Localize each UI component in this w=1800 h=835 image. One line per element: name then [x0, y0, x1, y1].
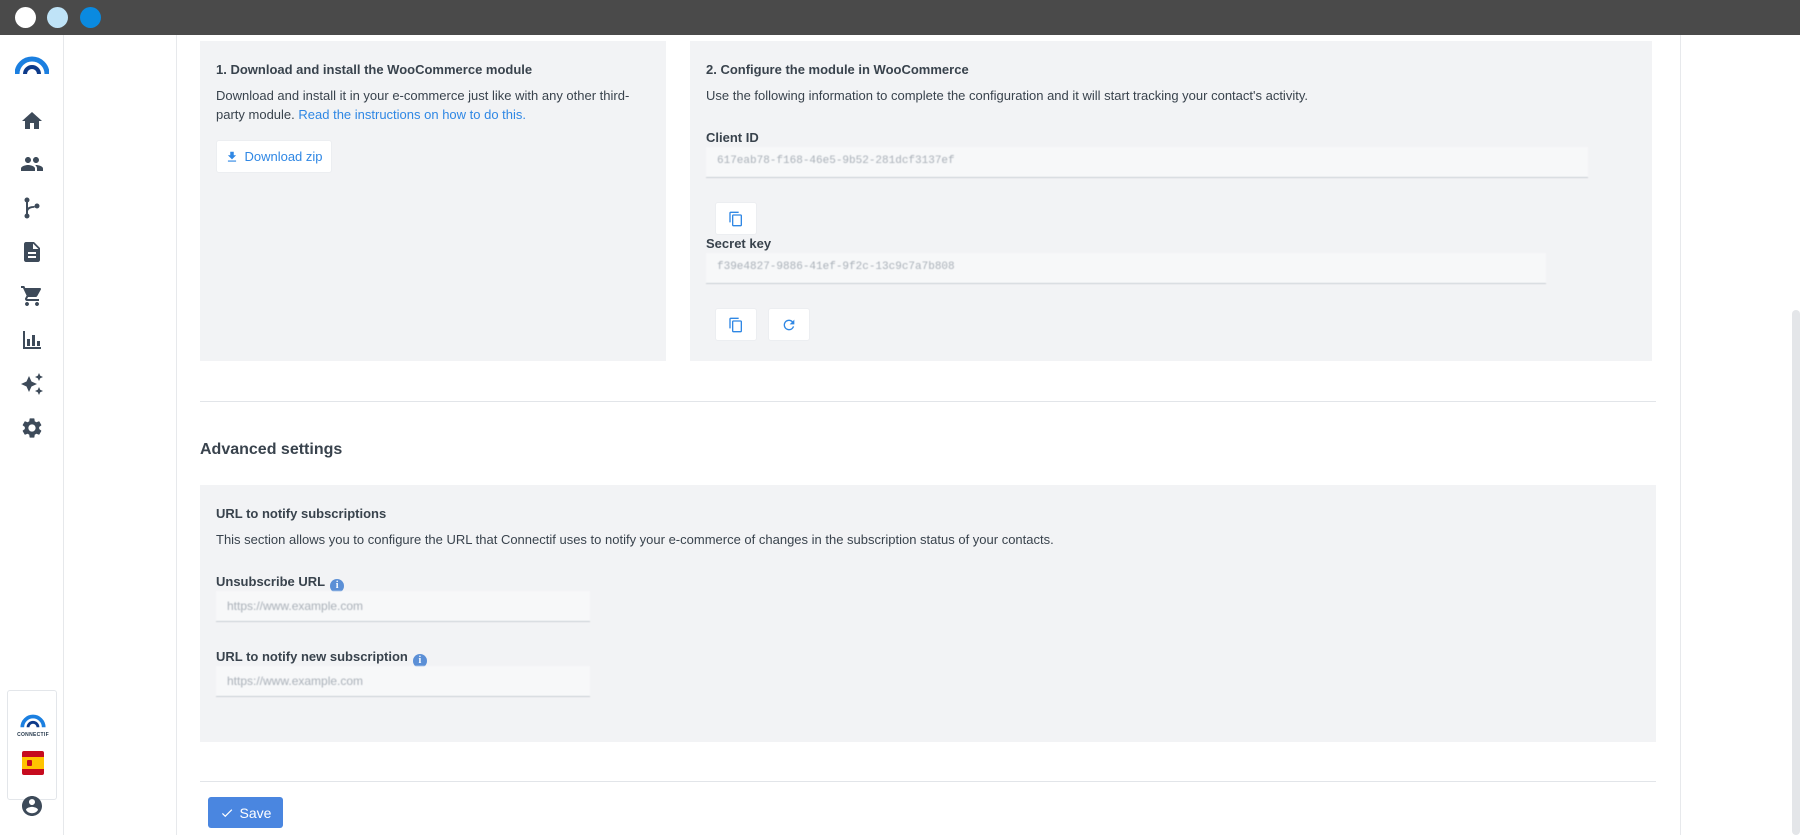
account-brand-switcher[interactable]: CONNECTIF [7, 690, 57, 800]
secret-key-field[interactable]: f39e4827-9886-41ef-9f2c-13c9c7a7b808 [706, 253, 1546, 284]
cart-icon[interactable] [20, 284, 44, 308]
window-maximize-button[interactable] [80, 7, 101, 28]
page-scrollbar[interactable] [1792, 310, 1800, 835]
copy-icon [729, 317, 742, 332]
connectif-brand-logo [20, 714, 46, 728]
copy-icon [729, 211, 742, 226]
spain-flag-icon[interactable] [22, 751, 44, 775]
subscribe-url-input[interactable]: https://www.example.com [216, 666, 590, 697]
save-button[interactable]: Save [208, 797, 283, 828]
advanced-settings-title: Advanced settings [200, 441, 343, 458]
download-zip-label: Download zip [244, 149, 323, 164]
account-circle-icon[interactable] [20, 794, 44, 818]
workflows-icon[interactable] [20, 196, 44, 220]
subscribe-url-label: URL to notify new subscription [216, 649, 408, 664]
brand-name: CONNECTIF [17, 732, 49, 738]
check-icon [221, 808, 232, 817]
secret-key-label: Secret key [706, 236, 772, 251]
notify-subscriptions-description: This section allows you to configure the… [216, 532, 1054, 547]
notify-subscriptions-title: URL to notify subscriptions [216, 506, 387, 521]
window-close-button[interactable] [15, 7, 36, 28]
unsubscribe-url-label: Unsubscribe URL [216, 574, 326, 589]
client-id-field[interactable]: 617eab78-f168-46e5-9b52-281dcf3137ef [706, 147, 1588, 178]
download-icon [228, 151, 237, 162]
copy-secret-key-button[interactable] [715, 308, 757, 341]
step1-description: Download and install it in your e-commer… [216, 86, 646, 124]
client-id-label: Client ID [706, 130, 759, 145]
regenerate-secret-key-button[interactable] [768, 308, 810, 341]
step2-description: Use the following information to complet… [706, 88, 1308, 103]
window-titlebar [0, 0, 1800, 35]
reports-icon[interactable] [20, 328, 44, 352]
contacts-icon[interactable] [20, 152, 44, 176]
step1-title: 1. Download and install the WooCommerce … [216, 62, 533, 77]
sidebar: CONNECTIF [0, 35, 64, 835]
footer-divider [200, 781, 1656, 782]
sparkle-icon[interactable] [20, 372, 44, 396]
refresh-icon [783, 319, 795, 330]
window-minimize-button[interactable] [47, 7, 68, 28]
step2-title: 2. Configure the module in WooCommerce [706, 62, 969, 77]
instructions-link[interactable]: Read the instructions on how to do this. [298, 107, 526, 122]
save-label: Save [239, 804, 272, 821]
home-icon[interactable] [20, 109, 44, 133]
connectif-logo[interactable] [15, 53, 49, 75]
copy-client-id-button[interactable] [715, 202, 757, 235]
unsubscribe-url-input[interactable]: https://www.example.com [216, 591, 590, 622]
download-zip-button[interactable]: Download zip [216, 140, 332, 173]
section-divider [200, 401, 1656, 402]
content-icon[interactable] [20, 240, 44, 264]
gear-icon[interactable] [20, 416, 44, 440]
